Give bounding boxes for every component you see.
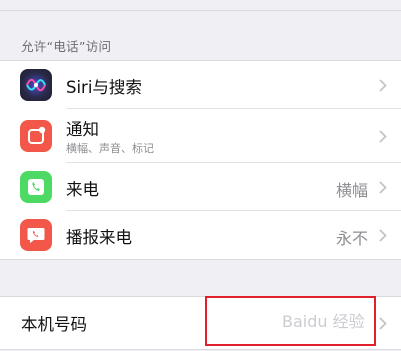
chevron-right-icon — [379, 130, 387, 143]
section-header: 允许“电话”访问 — [21, 39, 112, 54]
notifications-sublabel: 横幅、声音、标记 — [66, 142, 154, 155]
highlight-box — [205, 296, 376, 346]
notifications-label: 通知 — [66, 120, 99, 139]
chevron-right-icon — [379, 317, 387, 330]
settings-group: Siri与搜索 通知 横幅、声音、标记 来电 横幅 播报来电 永不 — [0, 60, 401, 260]
announce-call-icon — [20, 219, 52, 251]
siri-search-row[interactable]: Siri与搜索 — [0, 61, 401, 109]
top-separator — [0, 0, 401, 11]
siri-icon — [20, 69, 52, 101]
announce-calls-value: 永不 — [335, 229, 368, 248]
incoming-call-row[interactable]: 来电 横幅 — [0, 163, 401, 211]
notifications-icon — [20, 120, 52, 152]
announce-calls-row[interactable]: 播报来电 永不 — [0, 211, 401, 259]
chevron-right-icon — [379, 79, 387, 92]
announce-calls-label: 播报来电 — [66, 228, 132, 247]
phone-call-icon — [20, 171, 52, 203]
chevron-right-icon — [379, 181, 387, 194]
my-number-label: 本机号码 — [21, 315, 87, 334]
incoming-call-label: 来电 — [66, 180, 99, 199]
notifications-row[interactable]: 通知 横幅、声音、标记 — [0, 109, 401, 163]
siri-search-label: Siri与搜索 — [66, 78, 142, 97]
incoming-call-value: 横幅 — [335, 181, 368, 200]
chevron-right-icon — [379, 229, 387, 242]
